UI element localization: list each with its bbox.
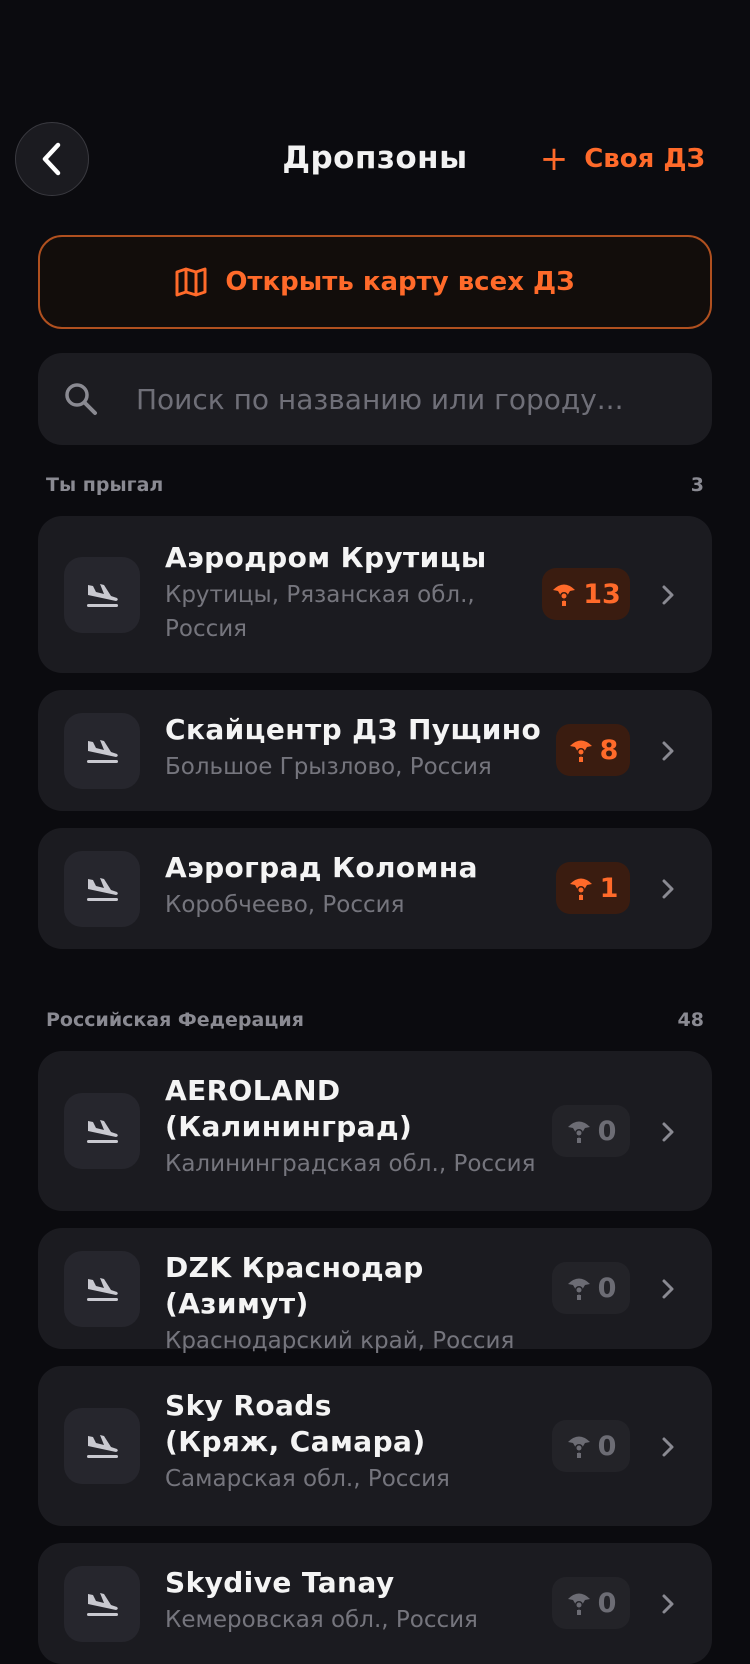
- dropzone-icon-box: [64, 1408, 140, 1484]
- search-bar[interactable]: [38, 353, 712, 445]
- dropzone-name: Sky Roads (Кряж, Самара): [165, 1389, 426, 1458]
- jumps-badge: 1: [556, 862, 630, 914]
- section-header-jumped: Ты прыгал 3: [46, 474, 704, 496]
- dropzone-location: Большое Грызлово, Россия: [165, 754, 492, 780]
- dropzone-card[interactable]: DZK Краснодар (Азимут) Краснодарский кра…: [38, 1228, 712, 1354]
- jumps-badge: 0: [552, 1262, 630, 1314]
- plane-landing-icon: [87, 740, 118, 763]
- section-header-russia: Российская Федерация 48: [46, 1009, 704, 1031]
- section-count: 3: [690, 474, 704, 496]
- plane-landing-icon: [87, 1278, 118, 1301]
- dropzone-name: Аэроград Коломна: [165, 851, 478, 884]
- add-own-dropzone-label: Своя ДЗ: [584, 144, 705, 174]
- chevron-right-icon: [662, 1594, 674, 1614]
- jumps-count: 13: [583, 578, 621, 610]
- jumps-count: 0: [597, 1430, 617, 1462]
- plane-landing-icon: [87, 1120, 118, 1143]
- section-title: Российская Федерация: [46, 1009, 304, 1031]
- parachutist-icon: [569, 878, 592, 900]
- dropzone-location: Калининградская обл., Россия: [165, 1151, 536, 1177]
- parachutist-icon: [567, 1593, 590, 1615]
- jumps-count: 8: [599, 734, 619, 766]
- chevron-right-icon: [662, 585, 674, 605]
- parachutist-icon: [553, 584, 576, 606]
- parachutist-icon: [569, 740, 592, 762]
- open-map-button[interactable]: Открыть карту всех ДЗ: [38, 235, 712, 329]
- dropzone-icon-box: [64, 1093, 140, 1169]
- dropzone-card[interactable]: Skydive Tanay Кемеровская обл., Россия 0: [38, 1543, 712, 1664]
- dropzone-location: Крутицы, Рязанская обл., Россия: [165, 582, 475, 642]
- dropzone-name: Аэродром Крутицы: [165, 541, 487, 574]
- dropzone-icon-box: [64, 851, 140, 927]
- dropzone-location: Коробчеево, Россия: [165, 892, 405, 918]
- jumps-count: 0: [597, 1115, 617, 1147]
- jumps-count: 1: [599, 872, 619, 904]
- parachutist-icon: [567, 1436, 590, 1458]
- plane-landing-icon: [87, 1593, 118, 1616]
- jumps-badge: 0: [552, 1105, 630, 1157]
- dropzone-card[interactable]: Аэродром Крутицы Крутицы, Рязанская обл.…: [38, 516, 712, 673]
- jumps-count: 0: [597, 1272, 617, 1304]
- jumps-count: 0: [597, 1587, 617, 1619]
- dropzone-icon-box: [64, 557, 140, 633]
- dropzone-name: AEROLAND (Калининград): [165, 1074, 413, 1143]
- header: Дропзоны + Своя ДЗ: [0, 122, 750, 202]
- section-count: 48: [677, 1009, 704, 1031]
- jumps-badge: 13: [542, 568, 630, 620]
- plane-landing-icon: [87, 584, 118, 607]
- dropzone-name: Skydive Tanay: [165, 1566, 395, 1599]
- dropzone-location: Краснодарский край, Россия: [165, 1328, 515, 1354]
- plane-landing-icon: [87, 878, 118, 901]
- parachutist-icon: [567, 1278, 590, 1300]
- dropzone-location: Самарская обл., Россия: [165, 1466, 450, 1492]
- search-input[interactable]: [136, 382, 676, 416]
- parachutist-icon: [567, 1121, 590, 1143]
- dropzone-name: Скайцентр ДЗ Пущино: [165, 713, 542, 746]
- dropzone-icon-box: [64, 1566, 140, 1642]
- open-map-label: Открыть карту всех ДЗ: [225, 267, 575, 297]
- plane-landing-icon: [87, 1435, 118, 1458]
- dropzone-icon-box: [64, 713, 140, 789]
- plus-icon: +: [539, 139, 569, 179]
- dropzone-card[interactable]: Sky Roads (Кряж, Самара) Самарская обл.,…: [38, 1366, 712, 1526]
- dropzone-card[interactable]: Скайцентр ДЗ Пущино Большое Грызлово, Ро…: [38, 690, 712, 811]
- dropzone-location: Кемеровская обл., Россия: [165, 1607, 478, 1633]
- chevron-right-icon: [662, 1279, 674, 1299]
- add-own-dropzone-button[interactable]: + Своя ДЗ: [540, 142, 705, 176]
- section-title: Ты прыгал: [46, 474, 164, 496]
- jumps-badge: 0: [552, 1577, 630, 1629]
- dropzone-icon-box: [64, 1251, 140, 1327]
- dropzone-card[interactable]: Аэроград Коломна Коробчеево, Россия 1: [38, 828, 712, 949]
- chevron-right-icon: [662, 1437, 674, 1457]
- chevron-right-icon: [662, 1122, 674, 1142]
- jumps-badge: 8: [556, 724, 630, 776]
- chevron-right-icon: [662, 741, 674, 761]
- chevron-right-icon: [662, 879, 674, 899]
- map-icon: [175, 267, 207, 297]
- dropzone-card[interactable]: AEROLAND (Калининград) Калининградская о…: [38, 1051, 712, 1211]
- search-icon: [65, 383, 97, 415]
- jumps-badge: 0: [552, 1420, 630, 1472]
- dropzone-name: DZK Краснодар (Азимут): [165, 1251, 424, 1320]
